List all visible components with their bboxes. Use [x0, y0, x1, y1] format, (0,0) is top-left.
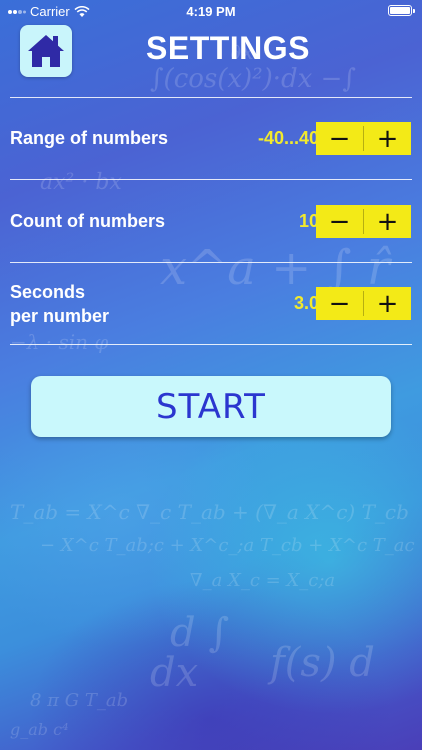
range-increment-button[interactable]: +: [364, 122, 411, 155]
seconds-decrement-button[interactable]: −: [316, 287, 363, 320]
status-time: 4:19 PM: [186, 4, 236, 19]
range-stepper: − +: [316, 122, 411, 155]
page-title: SETTINGS: [146, 30, 311, 66]
range-decrement-button[interactable]: −: [316, 122, 363, 155]
divider: [10, 262, 412, 263]
math-formula-background: ∫(cos(x)²)·dx −∫ ∂x ax² · bx x^a + ∫ r̂ …: [10, 40, 415, 739]
count-increment-button[interactable]: +: [364, 205, 411, 238]
count-decrement-button[interactable]: −: [316, 205, 363, 238]
background-glow: [0, 0, 422, 750]
seconds-increment-button[interactable]: +: [364, 287, 411, 320]
count-label: Count of numbers: [10, 211, 165, 231]
divider: [10, 97, 412, 98]
seconds-label-line2: per number: [10, 306, 110, 326]
count-stepper: − +: [316, 205, 411, 238]
range-label: Range of numbers: [10, 128, 169, 148]
battery-icon: [388, 5, 415, 16]
range-value: -40...40: [257, 128, 319, 148]
home-button[interactable]: [20, 25, 72, 77]
divider: [10, 344, 412, 345]
seconds-label: Seconds per number: [10, 280, 109, 328]
seconds-stepper: − +: [316, 287, 411, 320]
status-bar: Carrier 4:19 PM: [0, 0, 422, 22]
start-button[interactable]: START: [31, 376, 391, 437]
home-icon: [28, 35, 64, 67]
divider: [10, 179, 412, 180]
seconds-label-line1: Seconds: [10, 282, 86, 302]
